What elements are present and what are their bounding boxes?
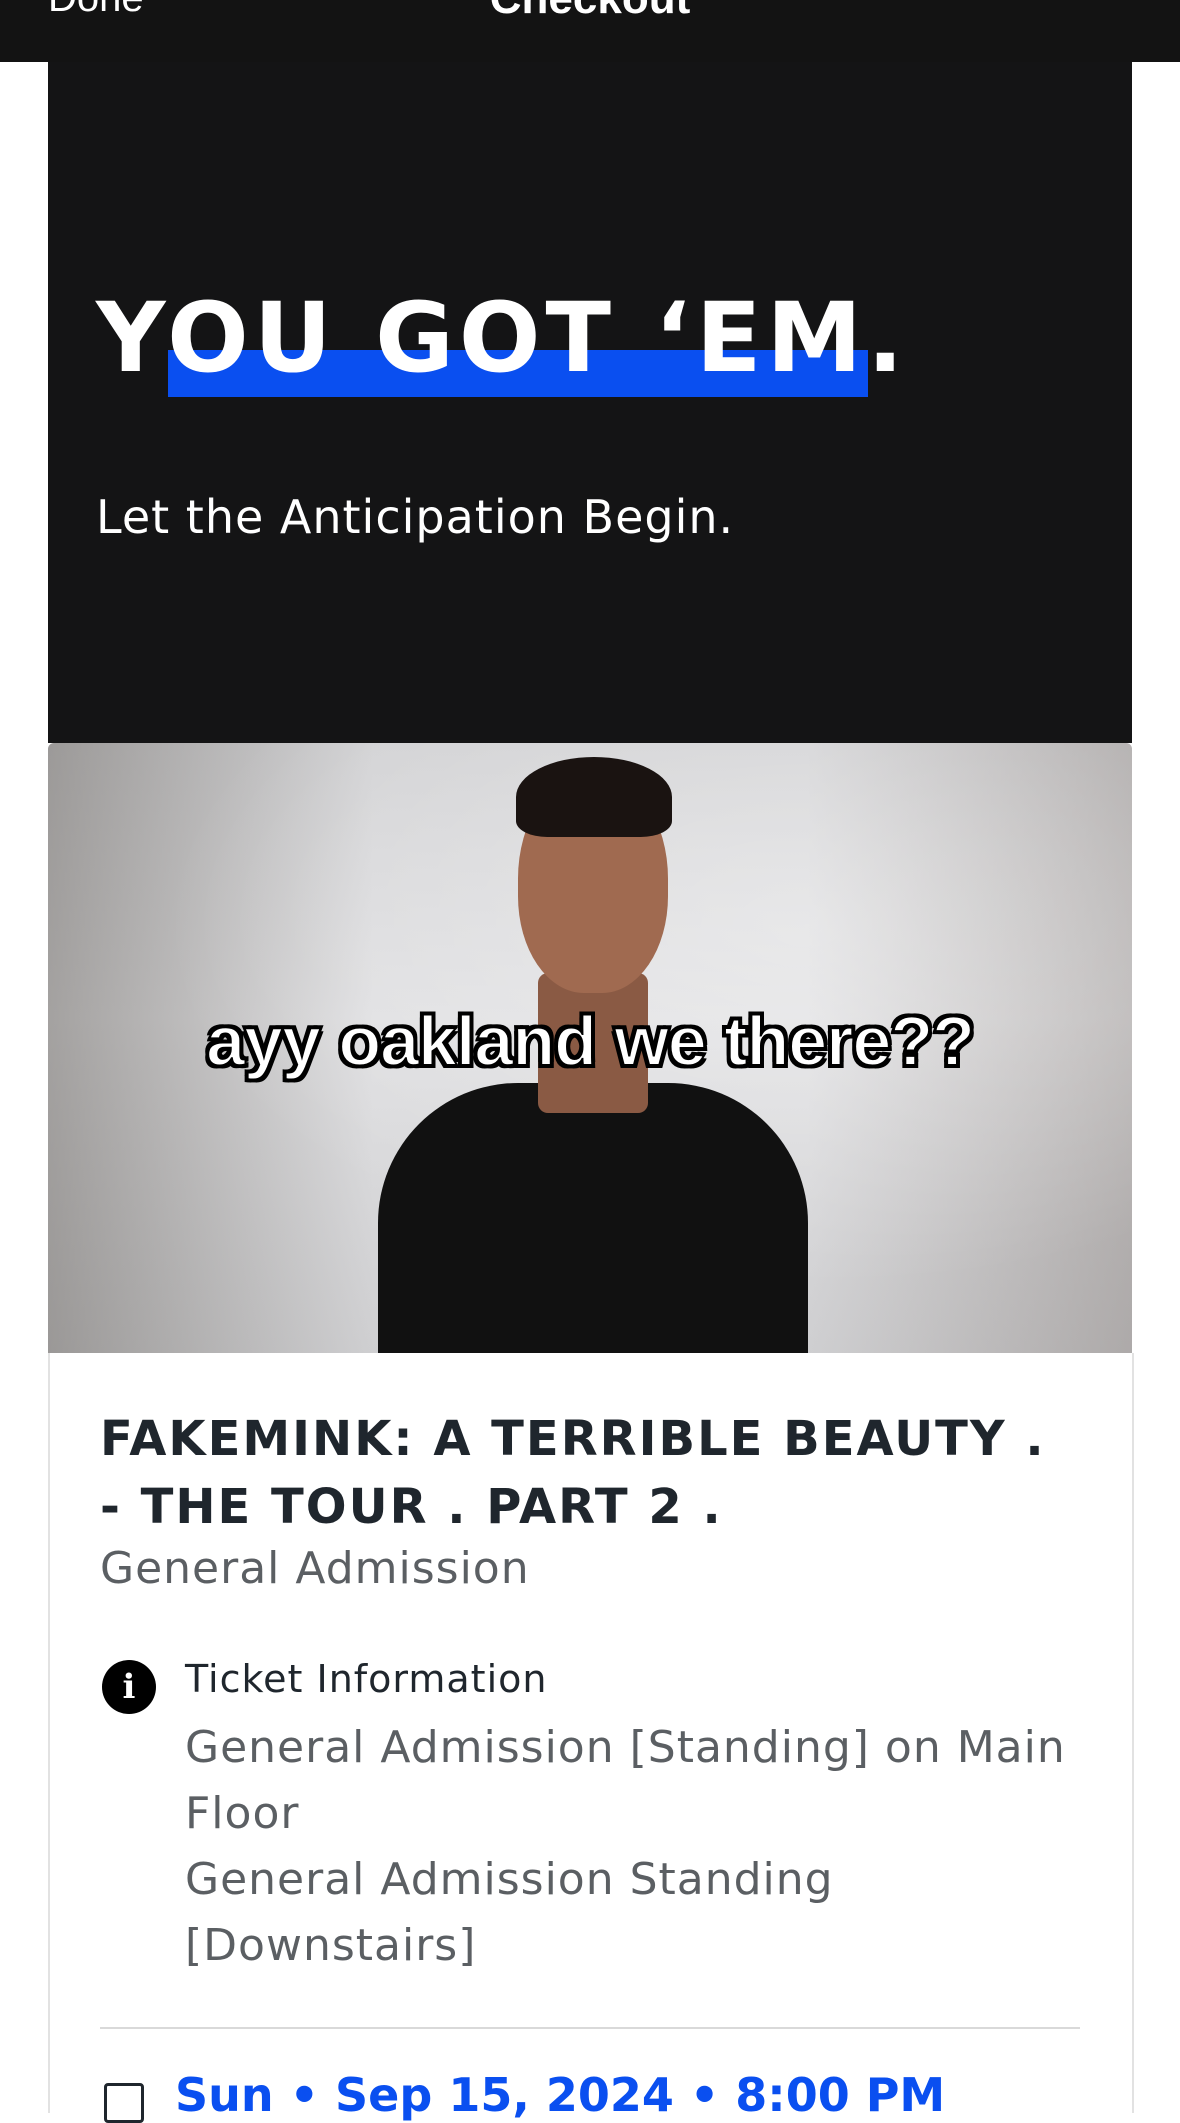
ticket-info-line: General Admission Standing [Downstairs] — [185, 1854, 834, 1971]
confirmation-subtitle: Let the Anticipation Begin. — [96, 490, 735, 544]
page-title: Checkout — [0, 0, 1180, 24]
photo-person-hair — [516, 757, 672, 837]
event-title: FAKEMINK: A TERRIBLE BEAUTY . - THE TOUR… — [100, 1411, 1046, 1535]
info-icon: i — [102, 1660, 156, 1714]
ticket-info-lines: General Admission [Standing] on Main Flo… — [185, 1715, 1085, 1979]
photo-caption-overlay: ayy oakland we there?? — [205, 1001, 976, 1081]
divider — [100, 2027, 1080, 2029]
event-date-link[interactable]: Sun • Sep 15, 2024 • 8:00 PM — [175, 2068, 945, 2122]
ticket-info-line: General Admission [Standing] on Main Flo… — [185, 1722, 1066, 1839]
photo-person-shirt — [378, 1083, 808, 1353]
ticket-info-label: Ticket Information — [185, 1657, 548, 1701]
confirmation-headline: YOU GOT ‘EM. — [96, 282, 909, 394]
top-nav-bar: Done Checkout — [0, 0, 1180, 62]
event-details-card: FAKEMINK: A TERRIBLE BEAUTY . - THE TOUR… — [48, 1353, 1134, 2123]
ticket-type: General Admission — [100, 1543, 530, 1594]
event-photo: ayy oakland we there?? — [48, 743, 1132, 1353]
confirmation-banner: YOU GOT ‘EM. Let the Anticipation Begin. — [48, 62, 1132, 743]
calendar-icon — [104, 2083, 144, 2123]
